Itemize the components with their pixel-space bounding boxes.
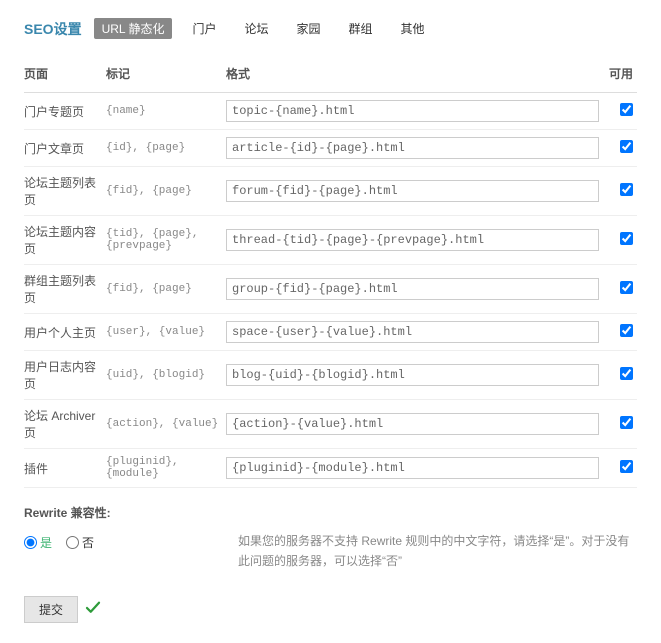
table-row: 论坛主题列表页{fid}, {page} xyxy=(24,167,637,216)
cell-tag: {pluginid}, {module} xyxy=(106,449,226,488)
available-checkbox[interactable] xyxy=(620,183,633,196)
cell-page: 门户专题页 xyxy=(24,93,106,130)
radio-no-input[interactable] xyxy=(66,536,79,549)
cell-tag: {id}, {page} xyxy=(106,130,226,167)
cell-page: 插件 xyxy=(24,449,106,488)
table-row: 门户专题页{name} xyxy=(24,93,637,130)
cell-format xyxy=(226,93,603,130)
cell-page: 论坛 Archiver 页 xyxy=(24,400,106,449)
rewrite-hint: 如果您的服务器不支持 Rewrite 规则中的中文字符，请选择“是”。对于没有此… xyxy=(238,531,637,572)
page-title: SEO设置 xyxy=(24,19,82,39)
cell-tag: {user}, {value} xyxy=(106,314,226,351)
check-icon xyxy=(84,599,102,620)
tab-portal[interactable]: 门户 xyxy=(184,18,224,39)
cell-available xyxy=(603,351,637,400)
format-input[interactable] xyxy=(226,229,599,251)
radio-no[interactable]: 否 xyxy=(66,534,94,551)
col-format: 格式 xyxy=(226,57,603,93)
col-page: 页面 xyxy=(24,57,106,93)
cell-page: 门户文章页 xyxy=(24,130,106,167)
cell-format xyxy=(226,167,603,216)
cell-available xyxy=(603,216,637,265)
format-input[interactable] xyxy=(226,137,599,159)
cell-page: 群组主题列表页 xyxy=(24,265,106,314)
cell-page: 用户日志内容页 xyxy=(24,351,106,400)
cell-format xyxy=(226,351,603,400)
table-row: 插件{pluginid}, {module} xyxy=(24,449,637,488)
cell-format xyxy=(226,265,603,314)
cell-format xyxy=(226,449,603,488)
table-row: 用户个人主页{user}, {value} xyxy=(24,314,637,351)
cell-format xyxy=(226,130,603,167)
tab-url-static[interactable]: URL 静态化 xyxy=(94,18,173,39)
tab-group[interactable]: 群组 xyxy=(341,18,381,39)
radio-yes-input[interactable] xyxy=(24,536,37,549)
available-checkbox[interactable] xyxy=(620,140,633,153)
cell-format xyxy=(226,216,603,265)
cell-tag: {tid}, {page}, {prevpage} xyxy=(106,216,226,265)
table-row: 门户文章页{id}, {page} xyxy=(24,130,637,167)
format-input[interactable] xyxy=(226,100,599,122)
table-row: 群组主题列表页{fid}, {page} xyxy=(24,265,637,314)
cell-page: 论坛主题列表页 xyxy=(24,167,106,216)
cell-available xyxy=(603,93,637,130)
format-input[interactable] xyxy=(226,180,599,202)
available-checkbox[interactable] xyxy=(620,281,633,294)
cell-tag: {uid}, {blogid} xyxy=(106,351,226,400)
format-input[interactable] xyxy=(226,321,599,343)
format-input[interactable] xyxy=(226,278,599,300)
format-input[interactable] xyxy=(226,413,599,435)
cell-page: 论坛主题内容页 xyxy=(24,216,106,265)
tab-other[interactable]: 其他 xyxy=(393,18,433,39)
table-row: 论坛 Archiver 页{action}, {value} xyxy=(24,400,637,449)
available-checkbox[interactable] xyxy=(620,460,633,473)
cell-available xyxy=(603,400,637,449)
radio-yes[interactable]: 是 xyxy=(24,534,52,551)
available-checkbox[interactable] xyxy=(620,103,633,116)
available-checkbox[interactable] xyxy=(620,367,633,380)
rewrite-section: Rewrite 兼容性: 是 否 如果您的服务器不支持 Rewrite 规则中的… xyxy=(24,504,637,572)
cell-tag: {name} xyxy=(106,93,226,130)
cell-available xyxy=(603,314,637,351)
header-tabs: SEO设置 URL 静态化 门户 论坛 家园 群组 其他 xyxy=(24,18,637,39)
seo-table: 页面 标记 格式 可用 门户专题页{name}门户文章页{id}, {page}… xyxy=(24,57,637,488)
table-row: 论坛主题内容页{tid}, {page}, {prevpage} xyxy=(24,216,637,265)
available-checkbox[interactable] xyxy=(620,416,633,429)
submit-row: 提交 xyxy=(24,596,637,623)
cell-available xyxy=(603,265,637,314)
cell-available xyxy=(603,449,637,488)
format-input[interactable] xyxy=(226,364,599,386)
cell-tag: {fid}, {page} xyxy=(106,167,226,216)
col-tag: 标记 xyxy=(106,57,226,93)
cell-format xyxy=(226,400,603,449)
cell-available xyxy=(603,167,637,216)
cell-tag: {action}, {value} xyxy=(106,400,226,449)
format-input[interactable] xyxy=(226,457,599,479)
submit-button[interactable]: 提交 xyxy=(24,596,78,623)
col-available: 可用 xyxy=(603,57,637,93)
cell-page: 用户个人主页 xyxy=(24,314,106,351)
tab-forum[interactable]: 论坛 xyxy=(237,18,277,39)
available-checkbox[interactable] xyxy=(620,232,633,245)
available-checkbox[interactable] xyxy=(620,324,633,337)
tab-home[interactable]: 家园 xyxy=(289,18,329,39)
table-row: 用户日志内容页{uid}, {blogid} xyxy=(24,351,637,400)
rewrite-label: Rewrite 兼容性: xyxy=(24,504,637,521)
rewrite-radios: 是 否 xyxy=(24,531,94,551)
cell-tag: {fid}, {page} xyxy=(106,265,226,314)
cell-format xyxy=(226,314,603,351)
cell-available xyxy=(603,130,637,167)
